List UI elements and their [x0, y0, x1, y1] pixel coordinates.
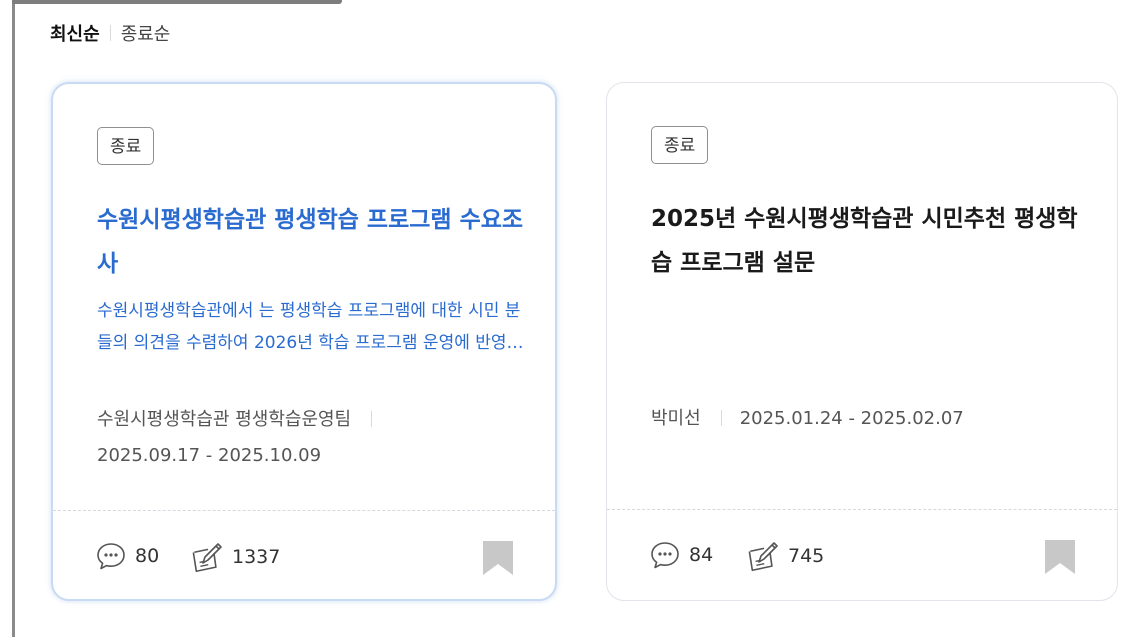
card-footer: 80 1337	[53, 510, 555, 603]
top-edge-bar	[12, 0, 342, 4]
pen-paper-icon	[748, 542, 778, 572]
card-title[interactable]: 수원시평생학습관 평생학습 프로그램 수요조사	[97, 198, 527, 286]
card-period: 2025.01.24 - 2025.02.07	[739, 408, 964, 429]
comment-icon	[651, 542, 679, 569]
sort-ended-tab[interactable]: 종료순	[121, 20, 171, 46]
survey-card[interactable]: 종료 2025년 수원시평생학습관 시민추천 평생학습 프로그램 설문 박미선 2…	[606, 82, 1118, 601]
meta-divider	[720, 410, 722, 426]
card-meta: 수원시평생학습관 평생학습운영팀 2025.09.17 - 2025.10.09	[97, 402, 517, 474]
card-title[interactable]: 2025년 수원시평생학습관 시민추천 평생학습 프로그램 설문	[651, 197, 1081, 285]
card-organizer: 수원시평생학습관 평생학습운영팀	[97, 409, 352, 430]
status-badge: 종료	[651, 126, 709, 164]
card-description: 수원시평생학습관에서 는 평생학습 프로그램에 대한 시민 분들의 의견을 수렴…	[97, 301, 523, 353]
comment-count-value: 80	[135, 545, 160, 567]
survey-card[interactable]: 종료 수원시평생학습관 평생학습 프로그램 수요조사 수원시평생학습관에서 는 …	[51, 82, 557, 601]
comment-count-value: 84	[689, 544, 714, 566]
sort-latest-tab[interactable]: 최신순	[50, 20, 100, 46]
response-count: 745	[746, 540, 824, 572]
response-count-value: 745	[788, 545, 825, 567]
survey-list-page: 최신순 종료순 종료 수원시평생학습관 평생학습 프로그램 수요조사 수원시평생…	[0, 0, 1137, 637]
response-count: 1337	[190, 541, 280, 573]
sort-divider	[109, 25, 111, 41]
card-period: 2025.09.17 - 2025.10.09	[97, 445, 322, 466]
status-badge: 종료	[97, 127, 155, 165]
comment-count: 80	[95, 541, 159, 571]
card-footer: 84 745	[607, 509, 1117, 602]
bookmark-icon[interactable]	[1045, 540, 1075, 574]
left-divider	[12, 0, 15, 637]
card-meta: 박미선 2025.01.24 - 2025.02.07	[651, 401, 1071, 437]
response-count-value: 1337	[232, 546, 281, 568]
comment-count: 84	[649, 540, 713, 570]
card-organizer: 박미선	[651, 408, 701, 429]
sort-tabs: 최신순 종료순	[50, 20, 170, 46]
bookmark-icon[interactable]	[483, 541, 513, 575]
meta-divider	[371, 411, 373, 427]
pen-paper-icon	[192, 543, 222, 573]
comment-icon	[97, 543, 125, 570]
